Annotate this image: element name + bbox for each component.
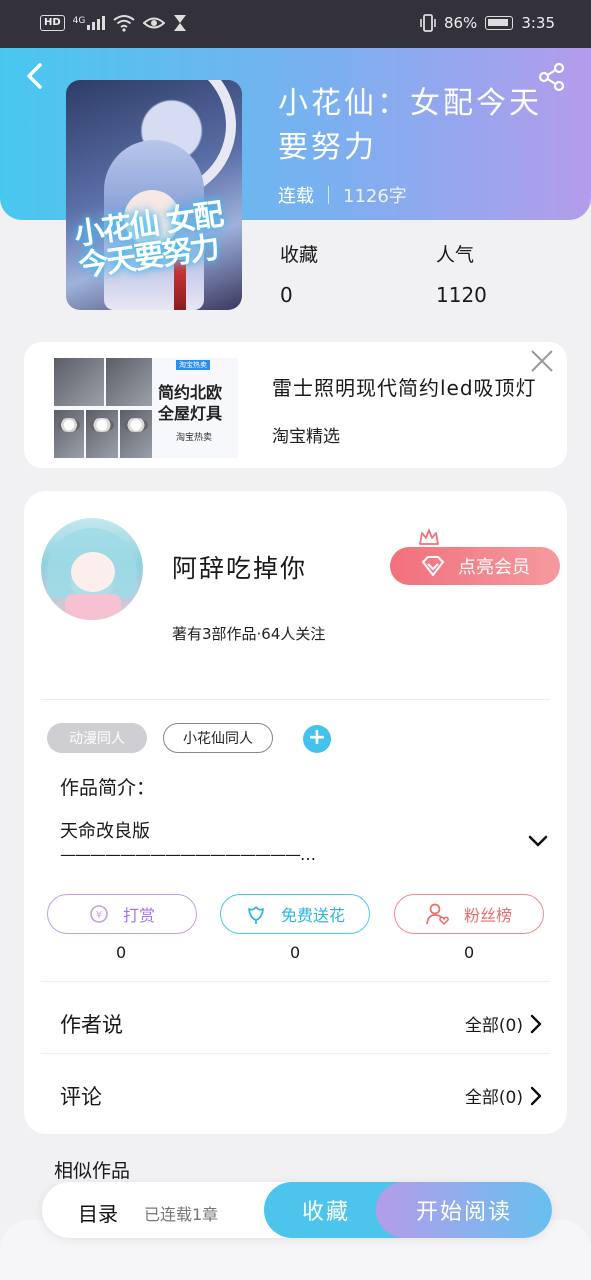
flower-count: 0 [290, 943, 301, 962]
fan-count: 0 [464, 943, 475, 962]
author-says-count: 全部(0) [464, 1016, 523, 1036]
author-card: 阿辞吃掉你 点亮会员 著有3部作品·64人关注 动漫同人 小花仙同人 + 作品简… [24, 491, 567, 1134]
tip-count: 0 [116, 943, 127, 962]
favorite-label: 收藏 [301, 1200, 350, 1225]
comments-label[interactable]: 评论 [60, 1081, 102, 1111]
status-right: 86% 3:35 [420, 14, 555, 32]
comments-all[interactable]: 全部(0) [465, 1083, 543, 1108]
book-title: 小花仙：女配今天要努力 [278, 86, 542, 165]
close-icon[interactable] [529, 348, 555, 374]
divider [41, 981, 550, 982]
lamp-graphic [124, 418, 148, 432]
tag-chip[interactable]: 动漫同人 [47, 723, 147, 753]
chevron-down-icon[interactable] [526, 829, 550, 853]
ad-image-caption: 淘宝热卖 [176, 433, 213, 443]
start-reading-button[interactable]: 开始阅读 [376, 1182, 552, 1238]
vip-button-label: 点亮会员 [458, 557, 530, 578]
battery-icon [485, 16, 514, 30]
chevron-right-icon [530, 1014, 542, 1033]
tip-button[interactable]: ¥ 打赏 [47, 894, 197, 934]
word-count: 1126字 [343, 186, 407, 207]
send-flower-button[interactable]: 免费送花 [220, 894, 370, 934]
battery-percent: 86% [443, 14, 478, 32]
tag-chip[interactable]: 小花仙同人 [163, 723, 273, 753]
wifi-icon [113, 15, 135, 32]
status-left: HD 4G [40, 14, 187, 32]
chevron-left-icon[interactable] [20, 60, 52, 92]
divider [41, 1053, 550, 1054]
hourglass-icon [174, 15, 187, 31]
coin-icon: ¥ [90, 905, 108, 923]
cover-title-art: 小花仙 女配今天要努力 [72, 197, 224, 285]
tip-label: 打赏 [122, 906, 155, 925]
diamond-icon [422, 556, 444, 576]
stat-label: 收藏 [280, 244, 319, 266]
stat-value: 0 [280, 283, 293, 307]
similar-works-title: 相似作品 [54, 1160, 131, 1182]
signal-icon: 4G [73, 16, 106, 30]
lamp-graphic [90, 418, 114, 432]
avatar-face [71, 552, 115, 592]
ad-image-tile [106, 358, 152, 406]
meta-separator [328, 186, 329, 204]
author-stats: 著有3部作品·64人关注 [172, 625, 326, 643]
ad-card[interactable]: 淘宝热卖 简约北欧 全屋灯具 淘宝热卖 雷士照明现代简约led吸顶灯 淘宝精选 [24, 342, 567, 468]
send-flower-label: 免费送花 [280, 906, 345, 925]
fan-ranking-button[interactable]: 粉丝榜 [394, 894, 544, 934]
book-cover[interactable]: 小花仙 女配今天要努力 [66, 80, 242, 310]
ad-image-tag: 淘宝热卖 [176, 360, 210, 370]
comments-count: 全部(0) [464, 1088, 523, 1108]
lamp-graphic [58, 418, 80, 432]
avatar[interactable] [41, 518, 143, 620]
stat-value: 1120 [436, 283, 487, 307]
toc-button[interactable]: 目录 [78, 1198, 118, 1227]
vibrate-icon [420, 14, 436, 32]
ad-image-tile [54, 358, 104, 406]
add-tag-button[interactable]: + [303, 725, 331, 753]
intro-label: 作品简介： [60, 777, 156, 799]
fan-user-icon [426, 903, 449, 925]
chevron-right-icon [530, 1086, 542, 1105]
chapter-status[interactable]: 已连载1章 [144, 1201, 218, 1225]
fan-ranking-label: 粉丝榜 [463, 906, 512, 925]
divider [41, 699, 550, 700]
flower-icon [248, 906, 264, 924]
svg-text:¥: ¥ [96, 910, 102, 921]
author-name[interactable]: 阿辞吃掉你 [172, 549, 307, 585]
book-meta: 连载 1126字 [278, 182, 407, 208]
intro-more: ————————————————… [60, 845, 316, 864]
vip-button[interactable]: 点亮会员 [390, 547, 560, 585]
author-says-label[interactable]: 作者说 [60, 1009, 123, 1039]
eye-icon [143, 17, 166, 29]
intro-text: 天命改良版 [60, 821, 150, 842]
crown-icon [419, 529, 439, 545]
clock-time: 3:35 [521, 14, 555, 32]
network-label: 4G [72, 16, 86, 26]
hd-badge: HD [40, 15, 65, 31]
ad-source: 淘宝精选 [272, 427, 340, 447]
status-bar: HD 4G 86% 3:35 [0, 0, 591, 48]
ad-title: 雷士照明现代简约led吸顶灯 [272, 376, 537, 400]
bottom-action-bar: 目录 已连载1章 收藏 开始阅读 [42, 1182, 552, 1238]
ad-image: 淘宝热卖 简约北欧 全屋灯具 淘宝热卖 [54, 358, 238, 458]
ad-image-headline: 简约北欧 全屋灯具 [158, 383, 223, 423]
stat-label: 人气 [436, 244, 475, 266]
stat-popularity: 人气 1120 [436, 240, 487, 307]
stat-favorites: 收藏 0 [280, 240, 318, 307]
author-says-all[interactable]: 全部(0) [465, 1011, 543, 1036]
avatar-collar [65, 594, 121, 620]
serial-status: 连载 [278, 186, 314, 207]
